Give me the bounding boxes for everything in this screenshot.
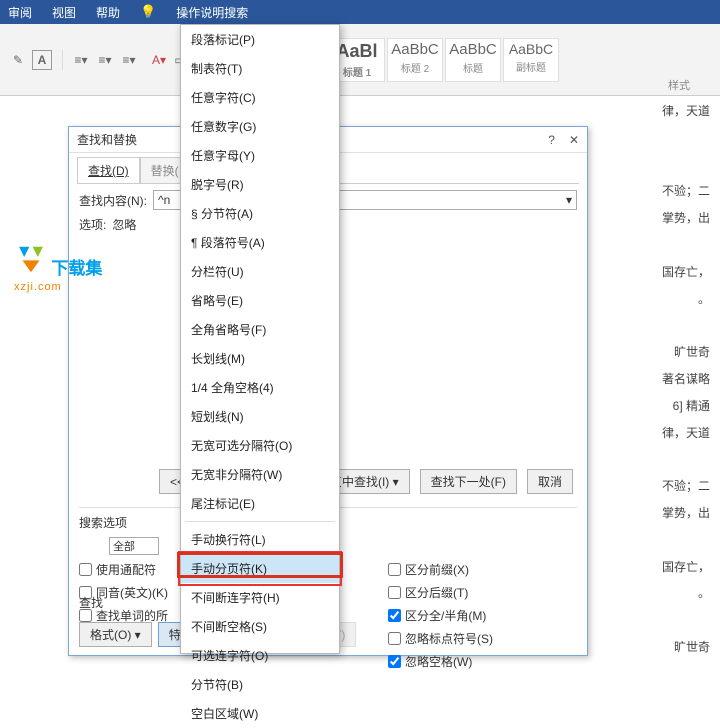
style-title[interactable]: AaBbC标题 bbox=[445, 38, 501, 82]
clear-format-icon[interactable]: ✎ bbox=[8, 50, 28, 70]
bullets-icon[interactable]: ≡▾ bbox=[71, 50, 91, 70]
help-icon[interactable]: ? bbox=[548, 133, 555, 147]
mi-any-digit[interactable]: 任意数字(G) bbox=[181, 112, 339, 141]
chk-punct[interactable]: 忽略标点符号(S) bbox=[388, 630, 577, 647]
mi-tab[interactable]: 制表符(T) bbox=[181, 54, 339, 83]
format-button[interactable]: 格式(O) ▾ bbox=[79, 622, 152, 647]
chk-fullhalf[interactable]: 区分全/半角(M) bbox=[388, 607, 577, 624]
mi-caret[interactable]: 脱字号(R) bbox=[181, 170, 339, 199]
style-h2[interactable]: AaBbC标题 2 bbox=[387, 38, 443, 82]
mi-opt-break[interactable]: 无宽可选分隔符(O) bbox=[181, 431, 339, 460]
mi-nb-hyphen[interactable]: 不间断连字符(H) bbox=[181, 583, 339, 612]
close-icon[interactable]: ✕ bbox=[569, 133, 579, 147]
chk-prefix[interactable]: 区分前缀(X) bbox=[388, 561, 577, 578]
chk-suffix[interactable]: 区分后缀(T) bbox=[388, 584, 577, 601]
tab-find[interactable]: 查找(D) bbox=[77, 157, 140, 183]
mi-section[interactable]: § 分节符(A) bbox=[181, 199, 339, 228]
multilevel-icon[interactable]: ≡▾ bbox=[119, 50, 139, 70]
find-section-label: 查找 bbox=[79, 594, 103, 611]
mi-manual-page-break[interactable]: 手动分页符(K) bbox=[181, 554, 339, 583]
special-format-menu: 段落标记(P) 制表符(T) 任意字符(C) 任意数字(G) 任意字母(Y) 脱… bbox=[180, 24, 340, 654]
mi-any-letter[interactable]: 任意字母(Y) bbox=[181, 141, 339, 170]
find-next-button[interactable]: 查找下一处(F) bbox=[420, 469, 517, 494]
mi-full-ellipsis[interactable]: 全角省略号(F) bbox=[181, 315, 339, 344]
mi-nb-space[interactable]: 不间断空格(S) bbox=[181, 612, 339, 641]
styles-label: 样式 bbox=[668, 77, 690, 93]
mi-whitespace[interactable]: 空白区域(W) bbox=[181, 699, 339, 728]
cancel-button[interactable]: 取消 bbox=[527, 469, 573, 494]
mi-nowidth-nobreak[interactable]: 无宽非分隔符(W) bbox=[181, 460, 339, 489]
lightbulb-icon: 💡 bbox=[140, 4, 156, 20]
mi-endash[interactable]: 短划线(N) bbox=[181, 402, 339, 431]
style-subtitle[interactable]: AaBbC副标题 bbox=[503, 38, 559, 82]
chevron-down-icon[interactable]: ▾ bbox=[566, 193, 572, 207]
tab-review[interactable]: 审阅 bbox=[8, 4, 32, 21]
dialog-title: 查找和替换 bbox=[77, 131, 137, 148]
mi-quarter-em[interactable]: 1/4 全角空格(4) bbox=[181, 373, 339, 402]
mi-endnote-mark[interactable]: 尾注标记(E) bbox=[181, 489, 339, 518]
mi-opt-hyphen[interactable]: 可选连字符(O) bbox=[181, 641, 339, 670]
mi-section-break[interactable]: 分节符(B) bbox=[181, 670, 339, 699]
font-color-icon[interactable]: A▾ bbox=[149, 50, 169, 70]
chk-space[interactable]: 忽略空格(W) bbox=[388, 653, 577, 670]
tab-view[interactable]: 视图 bbox=[52, 4, 76, 21]
numbering-icon[interactable]: ≡▾ bbox=[95, 50, 115, 70]
tell-me-search[interactable]: 操作说明搜索 bbox=[176, 4, 248, 21]
find-what-label: 查找内容(N): bbox=[79, 192, 147, 209]
mi-manual-line[interactable]: 手动换行符(L) bbox=[181, 525, 339, 554]
tab-help[interactable]: 帮助 bbox=[96, 4, 120, 21]
mi-para-symbol[interactable]: ¶ 段落符号(A) bbox=[181, 228, 339, 257]
mi-column-break[interactable]: 分栏符(U) bbox=[181, 257, 339, 286]
mi-any-char[interactable]: 任意字符(C) bbox=[181, 83, 339, 112]
options-value: 忽略 bbox=[112, 216, 136, 233]
mi-emdash[interactable]: 长划线(M) bbox=[181, 344, 339, 373]
menu-sep bbox=[185, 521, 335, 522]
options-label: 选项: bbox=[79, 216, 106, 233]
mi-para-mark[interactable]: 段落标记(P) bbox=[181, 25, 339, 54]
mi-ellipsis[interactable]: 省略号(E) bbox=[181, 286, 339, 315]
char-border-icon[interactable]: A bbox=[32, 50, 52, 70]
search-direction[interactable]: 全部 bbox=[109, 537, 159, 555]
